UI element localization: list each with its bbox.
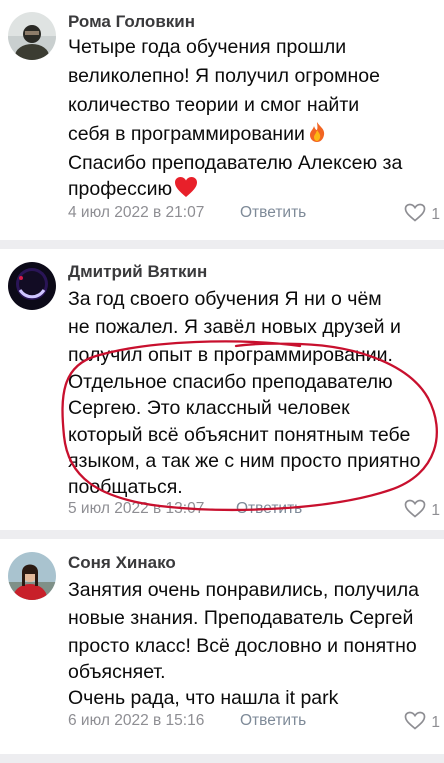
comment-text-line: объясняет. [68,661,166,683]
reply-button[interactable]: Ответить [240,204,306,222]
reply-button[interactable]: Ответить [236,500,302,518]
comment-text-line: количество теории и смог найти [68,94,360,116]
divider [0,240,444,249]
like-count: 1 [431,502,440,519]
comment-text-line: Отдельное спасибо преподавателю [68,371,393,393]
comment-text-line: себя в программировании [68,121,327,150]
divider [0,530,444,539]
comment-text-line: великолепно! Я получил огромное [68,65,380,87]
comment-text-line: Занятия очень понравились, получила [68,579,420,601]
avatar[interactable] [8,262,56,310]
comment-date: 4 июл 2022 в 21:07 [68,204,205,221]
comment-date: 5 июл 2022 в 13:07 [68,500,205,517]
heart-outline-icon [404,203,426,227]
comment-text-line: Очень рада, что нашла it park [68,687,339,709]
like-count: 1 [431,714,440,731]
comment-text-line: языком, а так же с ним просто приятно [68,450,421,472]
reply-button[interactable]: Ответить [240,712,306,730]
comment-text-line: профессию [68,176,198,205]
comment-text-line: новые знания. Преподаватель Сергей [68,607,414,629]
like-button[interactable]: 1 [404,711,440,735]
like-button[interactable]: 1 [404,203,440,227]
comment-text: себя в программировании [68,123,305,145]
heart-outline-icon [404,499,426,523]
like-button[interactable]: 1 [404,499,440,523]
comment-text-line: Четыре года обучения прошли [68,36,347,58]
author-name[interactable]: Соня Хинако [68,553,176,573]
comment-text-line: который всё объяснит понятным тебе [68,424,411,446]
like-count: 1 [431,206,440,223]
comment-date: 6 июл 2022 в 15:16 [68,712,205,729]
fire-emoji-icon [307,121,327,150]
avatar[interactable] [8,12,56,60]
comment-text-line: получил опыт в программировании. [68,344,393,366]
comment-text-line: За год своего обучения Я ни о чём [68,288,382,310]
avatar[interactable] [8,552,56,600]
heart-outline-icon [404,711,426,735]
author-name[interactable]: Рома Головкин [68,12,195,32]
comment-text-line: не пожалел. Я завёл новых друзей и [68,316,401,338]
comment-text-line: Сергею. Это классный человек [68,397,350,419]
comment-text-line: просто класс! Всё дословно и понятно [68,635,417,657]
comment-text: профессию [68,178,173,200]
red-heart-emoji-icon [174,176,198,205]
comment-text-line: пообщаться. [68,476,183,498]
divider [0,754,444,763]
author-name[interactable]: Дмитрий Вяткин [68,262,207,282]
comment-text-line: Спасибо преподавателю Алексею за [68,152,403,174]
